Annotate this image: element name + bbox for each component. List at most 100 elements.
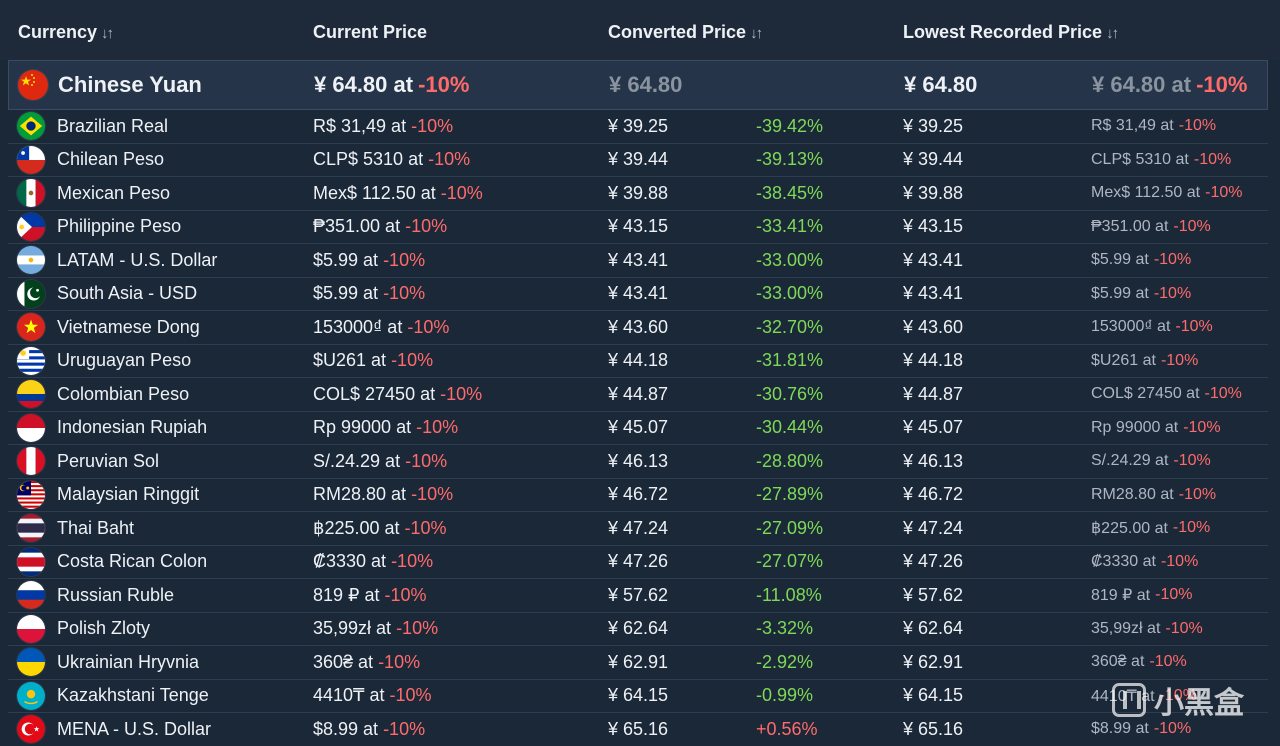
currency-row[interactable]: Russian Ruble 819 ₽ at -10% ¥ 57.62 -11.08% ¥… [8, 579, 1268, 613]
currency-name: Chinese Yuan [58, 72, 202, 97]
currency-name: Uruguayan Peso [57, 350, 192, 371]
flag-cell [17, 278, 45, 311]
currency-row[interactable]: Kazakhstani Tenge 4410₸ at -10% ¥ 64.15 -0.9… [8, 680, 1268, 713]
currency-row[interactable]: Polish Zloty 35,99zł at -10% ¥ 62.64 -3.32% ¥… [8, 613, 1268, 646]
lowest-price: ¥ 65.16 [903, 718, 964, 739]
currency-row[interactable]: MENA - U.S. Dollar $8.99 at -10% ¥ 65.16 +0.… [8, 713, 1268, 746]
currency-row[interactable]: Brazilian Real R$ 31,49 at -10% ¥ 39.25 -39.… [8, 110, 1268, 144]
flag-cell [17, 479, 45, 512]
currency-row[interactable]: Philippine Peso ₱351.00 at -10% ¥ 43.15 -33.… [8, 211, 1268, 244]
converted-price: ¥ 64.15 [608, 685, 669, 706]
lowest-price-local: CLP$ 5310 at -10% [1091, 144, 1231, 177]
current-price-value: RM28.80 at [313, 484, 407, 505]
lowest-price-local: R$ 31,49 at -10% [1091, 110, 1216, 143]
current-price: ₡3330 at -10% [313, 546, 433, 579]
flag-cell [17, 378, 45, 411]
currency-row[interactable]: South Asia - USD $5.99 at -10% ¥ 43.41 -33.0… [8, 278, 1268, 311]
flag-cell [17, 713, 45, 746]
discount-badge: -10% [1153, 720, 1192, 738]
currency-row[interactable]: Indonesian Rupiah Rp 99000 at -10% ¥ 45.07-… [8, 412, 1268, 445]
currency-row[interactable]: Peruvian Sol S/.24.29 at -10% ¥ 46.13 -28.80… [8, 445, 1268, 479]
flag-ph-icon [17, 212, 45, 241]
price-difference: -39.42% [756, 115, 824, 136]
discount-badge: -10% [440, 182, 483, 203]
current-price-value: $5.99 at [313, 283, 379, 304]
discount-badge: -10% [1160, 351, 1199, 369]
current-price-value: Rp 99000 at [313, 417, 412, 438]
lowest-price: ¥ 45.07 [903, 417, 964, 438]
currency-row[interactable]: Thai Baht ฿225.00 at -10% ¥ 47.24 -27.09% ¥ 4… [8, 512, 1268, 546]
current-price: ¥ 64.80 at -10% [314, 61, 469, 109]
currency-row[interactable]: LATAM - U.S. Dollar $5.99 at -10% ¥ 43.41 -3… [8, 244, 1268, 278]
discount-badge: -10% [391, 350, 434, 371]
flag-cell [17, 579, 45, 612]
lowest-price: ¥ 44.87 [903, 383, 964, 404]
currency-row[interactable]: Ukrainian Hryvnia 360₴ at -10% ¥ 62.91 -2.92… [8, 646, 1268, 680]
currency-row[interactable]: Vietnamese Dong 153000₫ at -10% ¥ 43.60 -32.… [8, 311, 1268, 345]
converted-price: ¥ 62.91 [608, 651, 669, 672]
currency-name: Colombian Peso [57, 383, 190, 404]
currency-row[interactable]: Mexican Peso Mex$ 112.50 at -10% ¥ 39.88 -38… [8, 177, 1268, 211]
column-header-label: Currency [18, 22, 98, 42]
sort-icon[interactable]: ↓↑ [750, 25, 763, 42]
converted-price: ¥ 39.88 [608, 182, 669, 203]
lowest-price: ¥ 43.41 [903, 283, 964, 304]
flag-cell [17, 445, 45, 478]
current-price-value: ¥ 64.80 at [314, 72, 414, 97]
discount-badge: -10% [418, 72, 470, 97]
price-difference: -38.45% [756, 182, 824, 203]
discount-badge: -10% [1153, 251, 1192, 269]
discount-badge: -10% [396, 618, 439, 639]
flag-cell [17, 680, 45, 713]
lowest-price-local-value: S/.24.29 at [1091, 452, 1169, 470]
column-header-lowest-recorded-price[interactable]: Lowest Recorded Price ↓↑ [903, 22, 1119, 43]
currency-row[interactable]: Chilean Peso CLP$ 5310 at -10% ¥ 39.44 -39.1… [8, 144, 1268, 177]
lowest-price-local: ₡3330 at -10% [1091, 546, 1198, 579]
lowest-price: ¥ 39.25 [903, 115, 964, 136]
price-difference: -33.00% [756, 249, 824, 270]
flag-cell [17, 345, 45, 378]
converted-price: ¥ 43.15 [608, 216, 669, 237]
currency-row[interactable]: Costa Rican Colon ₡3330 at -10% ¥ 47.26 -27.… [8, 546, 1268, 579]
lowest-price-local: $5.99 at -10% [1091, 278, 1191, 311]
base-currency-row[interactable]: Chinese Yuan ¥ 64.80 at -10% ¥ 64.80 ¥ 64… [8, 60, 1268, 110]
current-price: S/.24.29 at -10% [313, 445, 447, 478]
price-difference: -32.70% [756, 316, 824, 337]
flag-cell [17, 613, 45, 646]
currency-name: Thai Baht [57, 517, 135, 538]
sort-icon[interactable]: ↓↑ [101, 25, 114, 42]
current-price: 35,99zł at -10% [313, 613, 438, 646]
current-price-value: COL$ 27450 at [313, 383, 436, 404]
sort-icon[interactable]: ↓↑ [1106, 25, 1119, 42]
lowest-price-local-value: COL$ 27450 at [1091, 385, 1200, 403]
discount-badge: -10% [389, 685, 432, 706]
flag-cell [17, 110, 45, 143]
price-difference: -27.89% [756, 484, 824, 505]
lowest-price-local: 819 ₽ at -10% [1091, 579, 1192, 612]
discount-badge: -10% [1204, 385, 1242, 403]
flag-cell [17, 244, 45, 277]
lowest-price-local: $5.99 at -10% [1091, 244, 1191, 277]
flag-th-icon [17, 514, 45, 543]
discount-badge: -10% [1178, 117, 1217, 135]
lowest-price: ¥ 62.91 [903, 651, 964, 672]
lowest-price: ¥ 64.80 [904, 72, 978, 97]
current-price-value: 35,99zł at [313, 618, 392, 639]
column-header-currency[interactable]: Currency ↓↑ [18, 22, 114, 43]
currency-row[interactable]: Colombian Peso COL$ 27450 at -10% ¥ 44.87 -3… [8, 378, 1268, 412]
currency-name: MENA - U.S. Dollar [57, 718, 212, 739]
flag-cell [17, 412, 45, 445]
lowest-price: ¥ 62.64 [903, 618, 964, 639]
lowest-price-local-value: $5.99 at [1091, 284, 1149, 302]
price-comparison-page: Currency ↓↑ Current Price Converted Price… [0, 0, 1280, 746]
discount-badge: -10% [405, 450, 448, 471]
discount-badge: -10% [391, 551, 434, 572]
flag-vn-icon [17, 313, 45, 342]
currency-row[interactable]: Malaysian Ringgit RM28.80 at -10% ¥ 46.72 -2… [8, 479, 1268, 512]
flag-cell [17, 311, 45, 344]
column-header-current-price: Current Price [313, 22, 427, 43]
currency-row[interactable]: Uruguayan Peso $U261 at -10% ¥ 44.18 -31.81%… [8, 345, 1268, 378]
current-price-value: CLP$ 5310 at [313, 149, 424, 170]
column-header-converted-price[interactable]: Converted Price ↓↑ [608, 22, 763, 43]
current-price-value: ฿225.00 at [313, 517, 400, 538]
